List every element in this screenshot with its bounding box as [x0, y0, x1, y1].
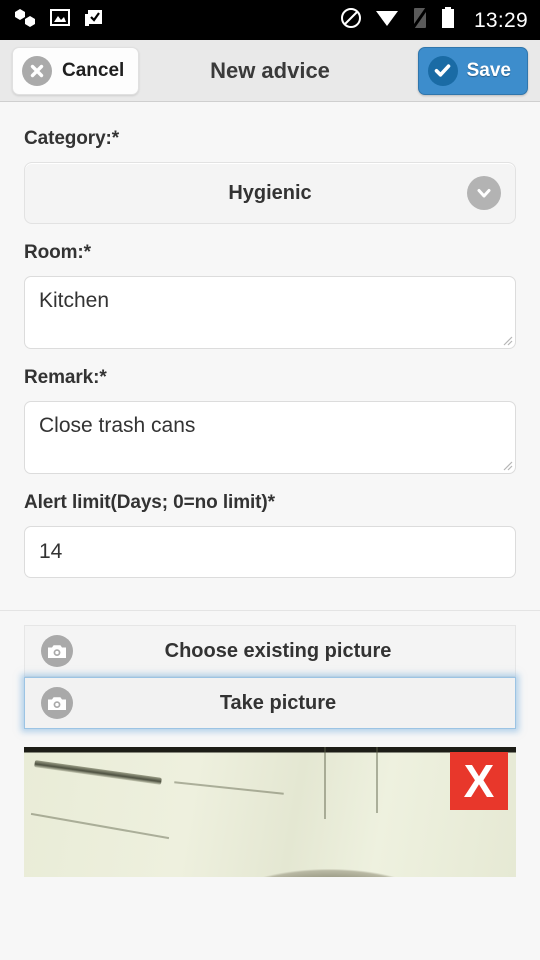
- remark-input[interactable]: Close trash cans: [24, 401, 516, 474]
- photo-image: [24, 747, 516, 877]
- category-field-group: Category:* Hygienic: [24, 128, 516, 224]
- category-select[interactable]: Hygienic: [24, 162, 516, 224]
- room-label: Room:*: [24, 242, 91, 263]
- remark-field-group: Remark:* Close trash cans: [24, 367, 516, 474]
- category-selected-value: Hygienic: [228, 181, 312, 204]
- take-picture-label: Take picture: [219, 691, 337, 714]
- photo-preview: X: [24, 747, 516, 877]
- action-bar: Cancel New advice Save: [0, 40, 540, 102]
- status-bar-clock: 13:29: [473, 8, 528, 32]
- delete-x-label: X: [463, 755, 495, 807]
- image-icon: [50, 8, 70, 32]
- remark-label: Remark:*: [24, 367, 107, 388]
- alert-limit-label: Alert limit(Days; 0=no limit)*: [24, 492, 275, 513]
- resize-handle-icon[interactable]: [499, 457, 513, 471]
- clipboard-check-icon: [84, 8, 104, 33]
- wifi-icon: [375, 8, 399, 32]
- chevron-down-icon[interactable]: [467, 176, 501, 210]
- category-label: Category:*: [24, 128, 120, 149]
- status-bar-right-icons: 13:29: [340, 6, 528, 34]
- advice-form: Category:* Hygienic Room:* Kitchen Remar…: [0, 102, 540, 578]
- app-hexagons-icon: [14, 8, 36, 33]
- photo-detail-line: [324, 747, 326, 819]
- room-field-group: Room:* Kitchen: [24, 242, 516, 349]
- delete-photo-button[interactable]: X: [450, 752, 508, 810]
- room-input-value: Kitchen: [39, 289, 110, 312]
- battery-icon: [441, 6, 455, 34]
- save-button[interactable]: Save: [417, 46, 528, 95]
- choose-existing-picture-button[interactable]: Choose existing picture: [24, 625, 516, 677]
- choose-existing-picture-label: Choose existing picture: [164, 639, 392, 662]
- status-bar-left-icons: [14, 8, 104, 33]
- do-not-disturb-icon: [340, 7, 362, 34]
- take-picture-button[interactable]: Take picture: [24, 677, 516, 729]
- alert-limit-input-value: 14: [39, 540, 63, 563]
- resize-handle-icon[interactable]: [499, 332, 513, 346]
- alert-limit-input[interactable]: 14: [24, 526, 516, 578]
- remark-input-value: Close trash cans: [39, 414, 196, 437]
- photo-detail-line: [376, 747, 378, 813]
- picture-actions-section: Choose existing picture Take picture: [0, 610, 540, 729]
- save-button-label: Save: [466, 59, 511, 81]
- cancel-button-label: Cancel: [62, 59, 125, 81]
- checkmark-icon: [427, 55, 458, 86]
- close-x-icon: [22, 55, 52, 86]
- alert-limit-field-group: Alert limit(Days; 0=no limit)* 14: [24, 492, 516, 578]
- room-input[interactable]: Kitchen: [24, 276, 516, 349]
- status-bar: 13:29: [0, 0, 540, 40]
- cancel-button[interactable]: Cancel: [12, 46, 140, 95]
- signal-off-icon: [411, 6, 429, 34]
